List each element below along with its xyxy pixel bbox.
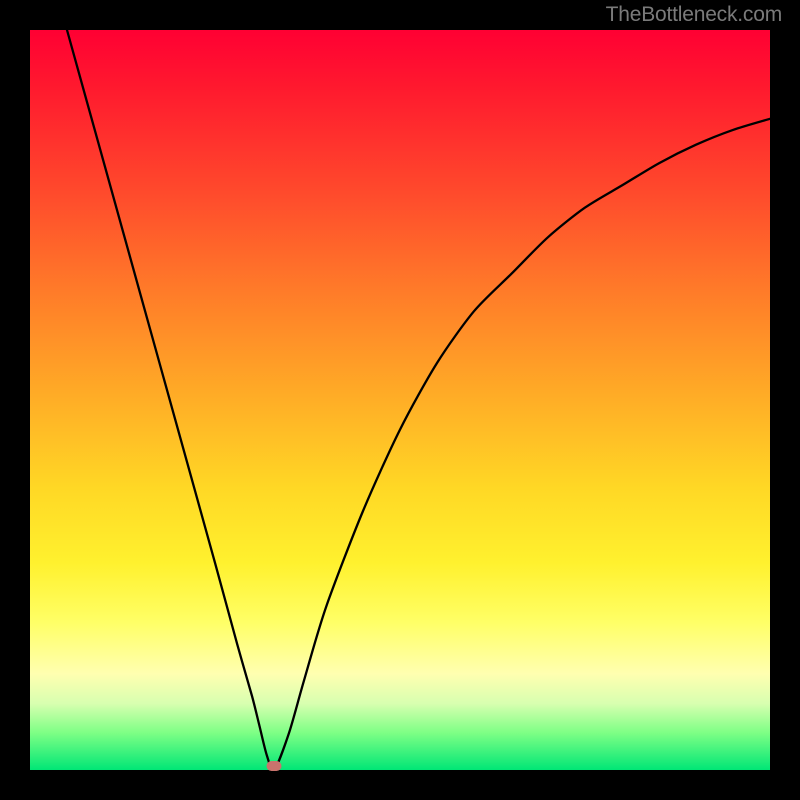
bottleneck-curve (67, 30, 770, 770)
watermark-text: TheBottleneck.com (606, 3, 782, 27)
plot-area (30, 30, 770, 770)
minimum-marker (267, 761, 282, 771)
chart-frame: TheBottleneck.com (0, 0, 800, 800)
curve-svg (30, 30, 770, 770)
